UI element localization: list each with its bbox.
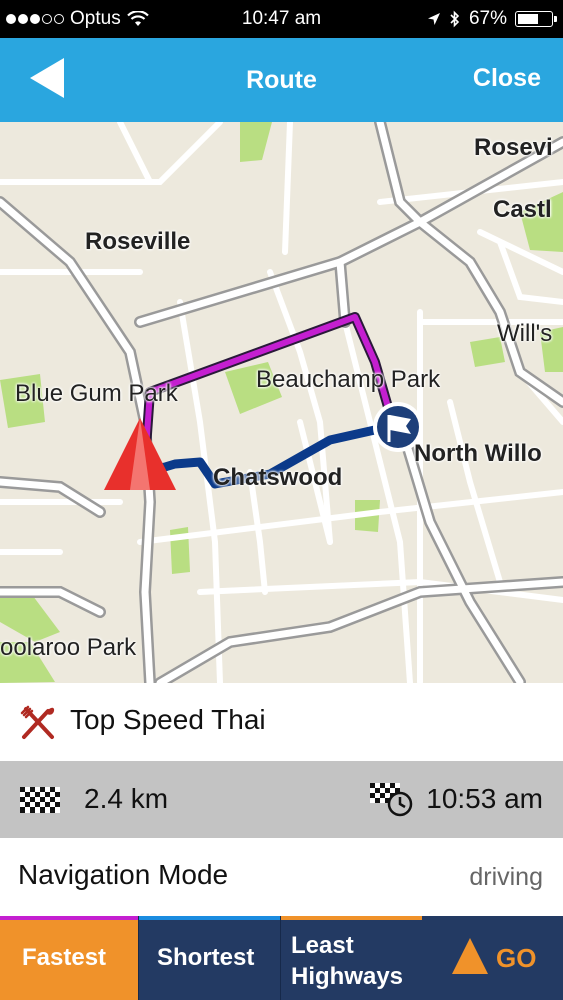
fastest-route-button[interactable]: Fastest <box>0 916 138 1000</box>
status-bar: Optus 10:47 am 67% <box>0 0 563 38</box>
bluetooth-icon <box>450 10 460 28</box>
navigation-mode-label: Navigation Mode <box>18 859 229 890</box>
destination-name: Top Speed Thai <box>70 704 266 735</box>
location-arrow-icon <box>427 13 440 25</box>
restaurant-icon <box>20 705 55 739</box>
go-arrow-icon <box>452 938 488 974</box>
route-map[interactable]: Rosevi Castl Roseville Will's Blue Gum P… <box>0 122 563 683</box>
shortest-route-label: Shortest <box>157 944 255 971</box>
battery-percent: 67% <box>468 8 507 29</box>
map-label: Blue Gum Park <box>15 380 178 407</box>
fastest-route-label: Fastest <box>22 944 107 971</box>
shortest-route-button[interactable]: Shortest <box>138 916 280 1000</box>
map-label: Beauchamp Park <box>256 366 441 393</box>
route-options-bar: Fastest Shortest Least Highways GO <box>0 916 563 1000</box>
close-button[interactable]: Close <box>473 64 541 93</box>
checkered-flag-icon <box>20 787 60 813</box>
arrival-time-icon <box>370 783 413 817</box>
navigation-mode-row[interactable]: Navigation Mode driving <box>0 838 563 916</box>
map-label: Castl <box>493 196 552 223</box>
least-highways-color-indicator <box>281 916 422 920</box>
shortest-route-color-indicator <box>139 916 280 920</box>
destination-row: Top Speed Thai <box>0 683 563 762</box>
route-distance: 2.4 km <box>84 783 169 814</box>
map-label: Will's <box>497 320 553 347</box>
map-label: Rosevi <box>474 134 553 161</box>
least-highways-label: Least Highways <box>291 932 404 990</box>
map-label: North Willo <box>414 440 542 467</box>
battery-icon <box>515 11 557 27</box>
go-label: GO <box>496 943 537 973</box>
map-label: oolaroo Park <box>0 634 137 661</box>
map-label: Roseville <box>85 228 191 255</box>
navigation-bar: Route Close <box>0 38 563 136</box>
current-position-marker <box>104 418 176 490</box>
arrival-time: 10:53 am <box>426 783 543 814</box>
map-label: Chatswood <box>213 464 343 491</box>
fastest-route-color-indicator <box>0 916 138 920</box>
least-highways-button[interactable]: Least Highways <box>280 916 422 1000</box>
route-stats-row: 2.4 km 10:53 am <box>0 761 563 838</box>
navigation-mode-value: driving <box>469 863 543 891</box>
go-button[interactable]: GO <box>422 916 563 1000</box>
